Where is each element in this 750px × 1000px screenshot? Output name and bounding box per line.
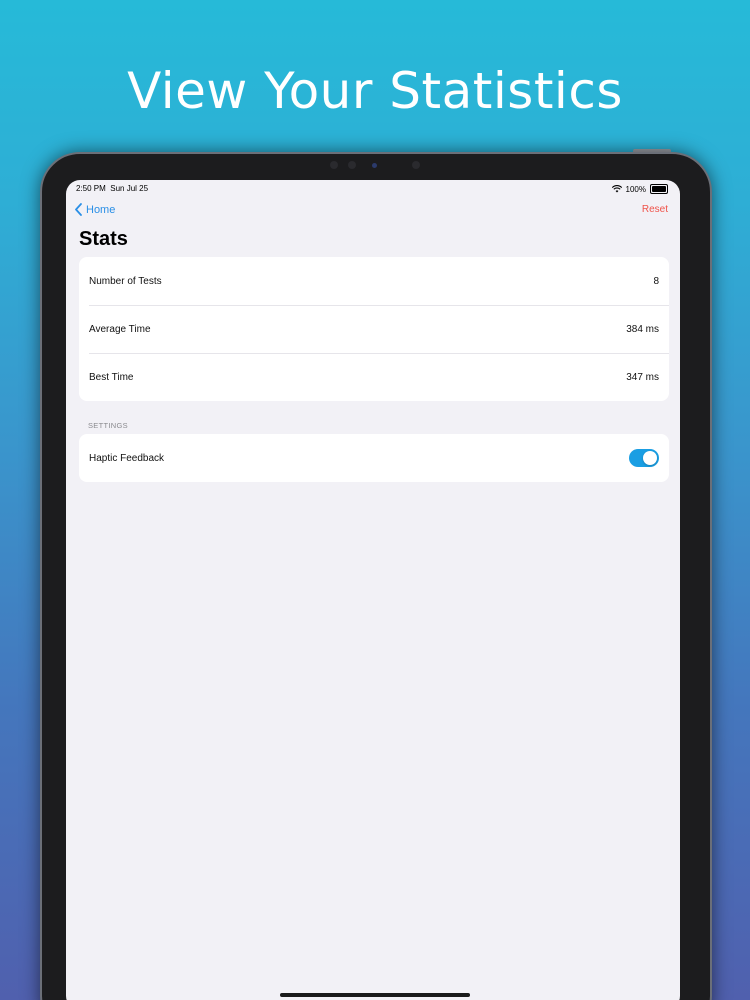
stat-row-average-time: Average Time 384 ms	[79, 305, 669, 353]
stat-label: Best Time	[89, 371, 134, 383]
settings-section-header: SETTINGS	[88, 421, 128, 430]
settings-group: Haptic Feedback	[79, 434, 669, 482]
battery-fill	[652, 186, 666, 192]
camera-icon	[372, 163, 377, 168]
haptic-feedback-toggle[interactable]	[629, 449, 659, 467]
app-screen: 2:50 PM Sun Jul 25 100% Home Reset Stats…	[66, 180, 680, 1000]
stats-group: Number of Tests 8 Average Time 384 ms Be…	[79, 257, 669, 401]
stat-row-best-time: Best Time 347 ms	[79, 353, 669, 401]
battery-percent: 100%	[625, 184, 646, 194]
sensor-dot	[330, 161, 338, 169]
back-button[interactable]: Home	[74, 203, 115, 216]
status-indicators: 100%	[611, 184, 668, 194]
status-bar: 2:50 PM Sun Jul 25 100%	[76, 184, 668, 196]
status-time: 2:50 PM	[76, 184, 106, 193]
setting-row-haptic-feedback: Haptic Feedback	[79, 434, 669, 482]
page-title: Stats	[79, 228, 128, 250]
wifi-icon	[611, 185, 622, 193]
stat-value: 347 ms	[626, 371, 659, 383]
setting-label: Haptic Feedback	[89, 452, 165, 464]
chevron-left-icon	[75, 203, 82, 216]
stat-label: Average Time	[89, 323, 151, 335]
stat-value: 8	[653, 275, 659, 287]
reset-button[interactable]: Reset	[642, 204, 668, 215]
stat-label: Number of Tests	[89, 275, 162, 287]
stat-value: 384 ms	[626, 323, 659, 335]
toggle-knob	[643, 451, 657, 465]
status-date: Sun Jul 25	[110, 184, 149, 193]
home-indicator	[280, 993, 470, 997]
back-button-label: Home	[86, 203, 116, 216]
battery-icon	[650, 184, 668, 194]
headline: View Your Statistics	[127, 62, 623, 120]
status-time-date: 2:50 PM Sun Jul 25	[76, 184, 148, 193]
sensor-dot	[348, 161, 356, 169]
stat-row-number-of-tests: Number of Tests 8	[79, 257, 669, 305]
sensor-dot	[412, 161, 420, 169]
